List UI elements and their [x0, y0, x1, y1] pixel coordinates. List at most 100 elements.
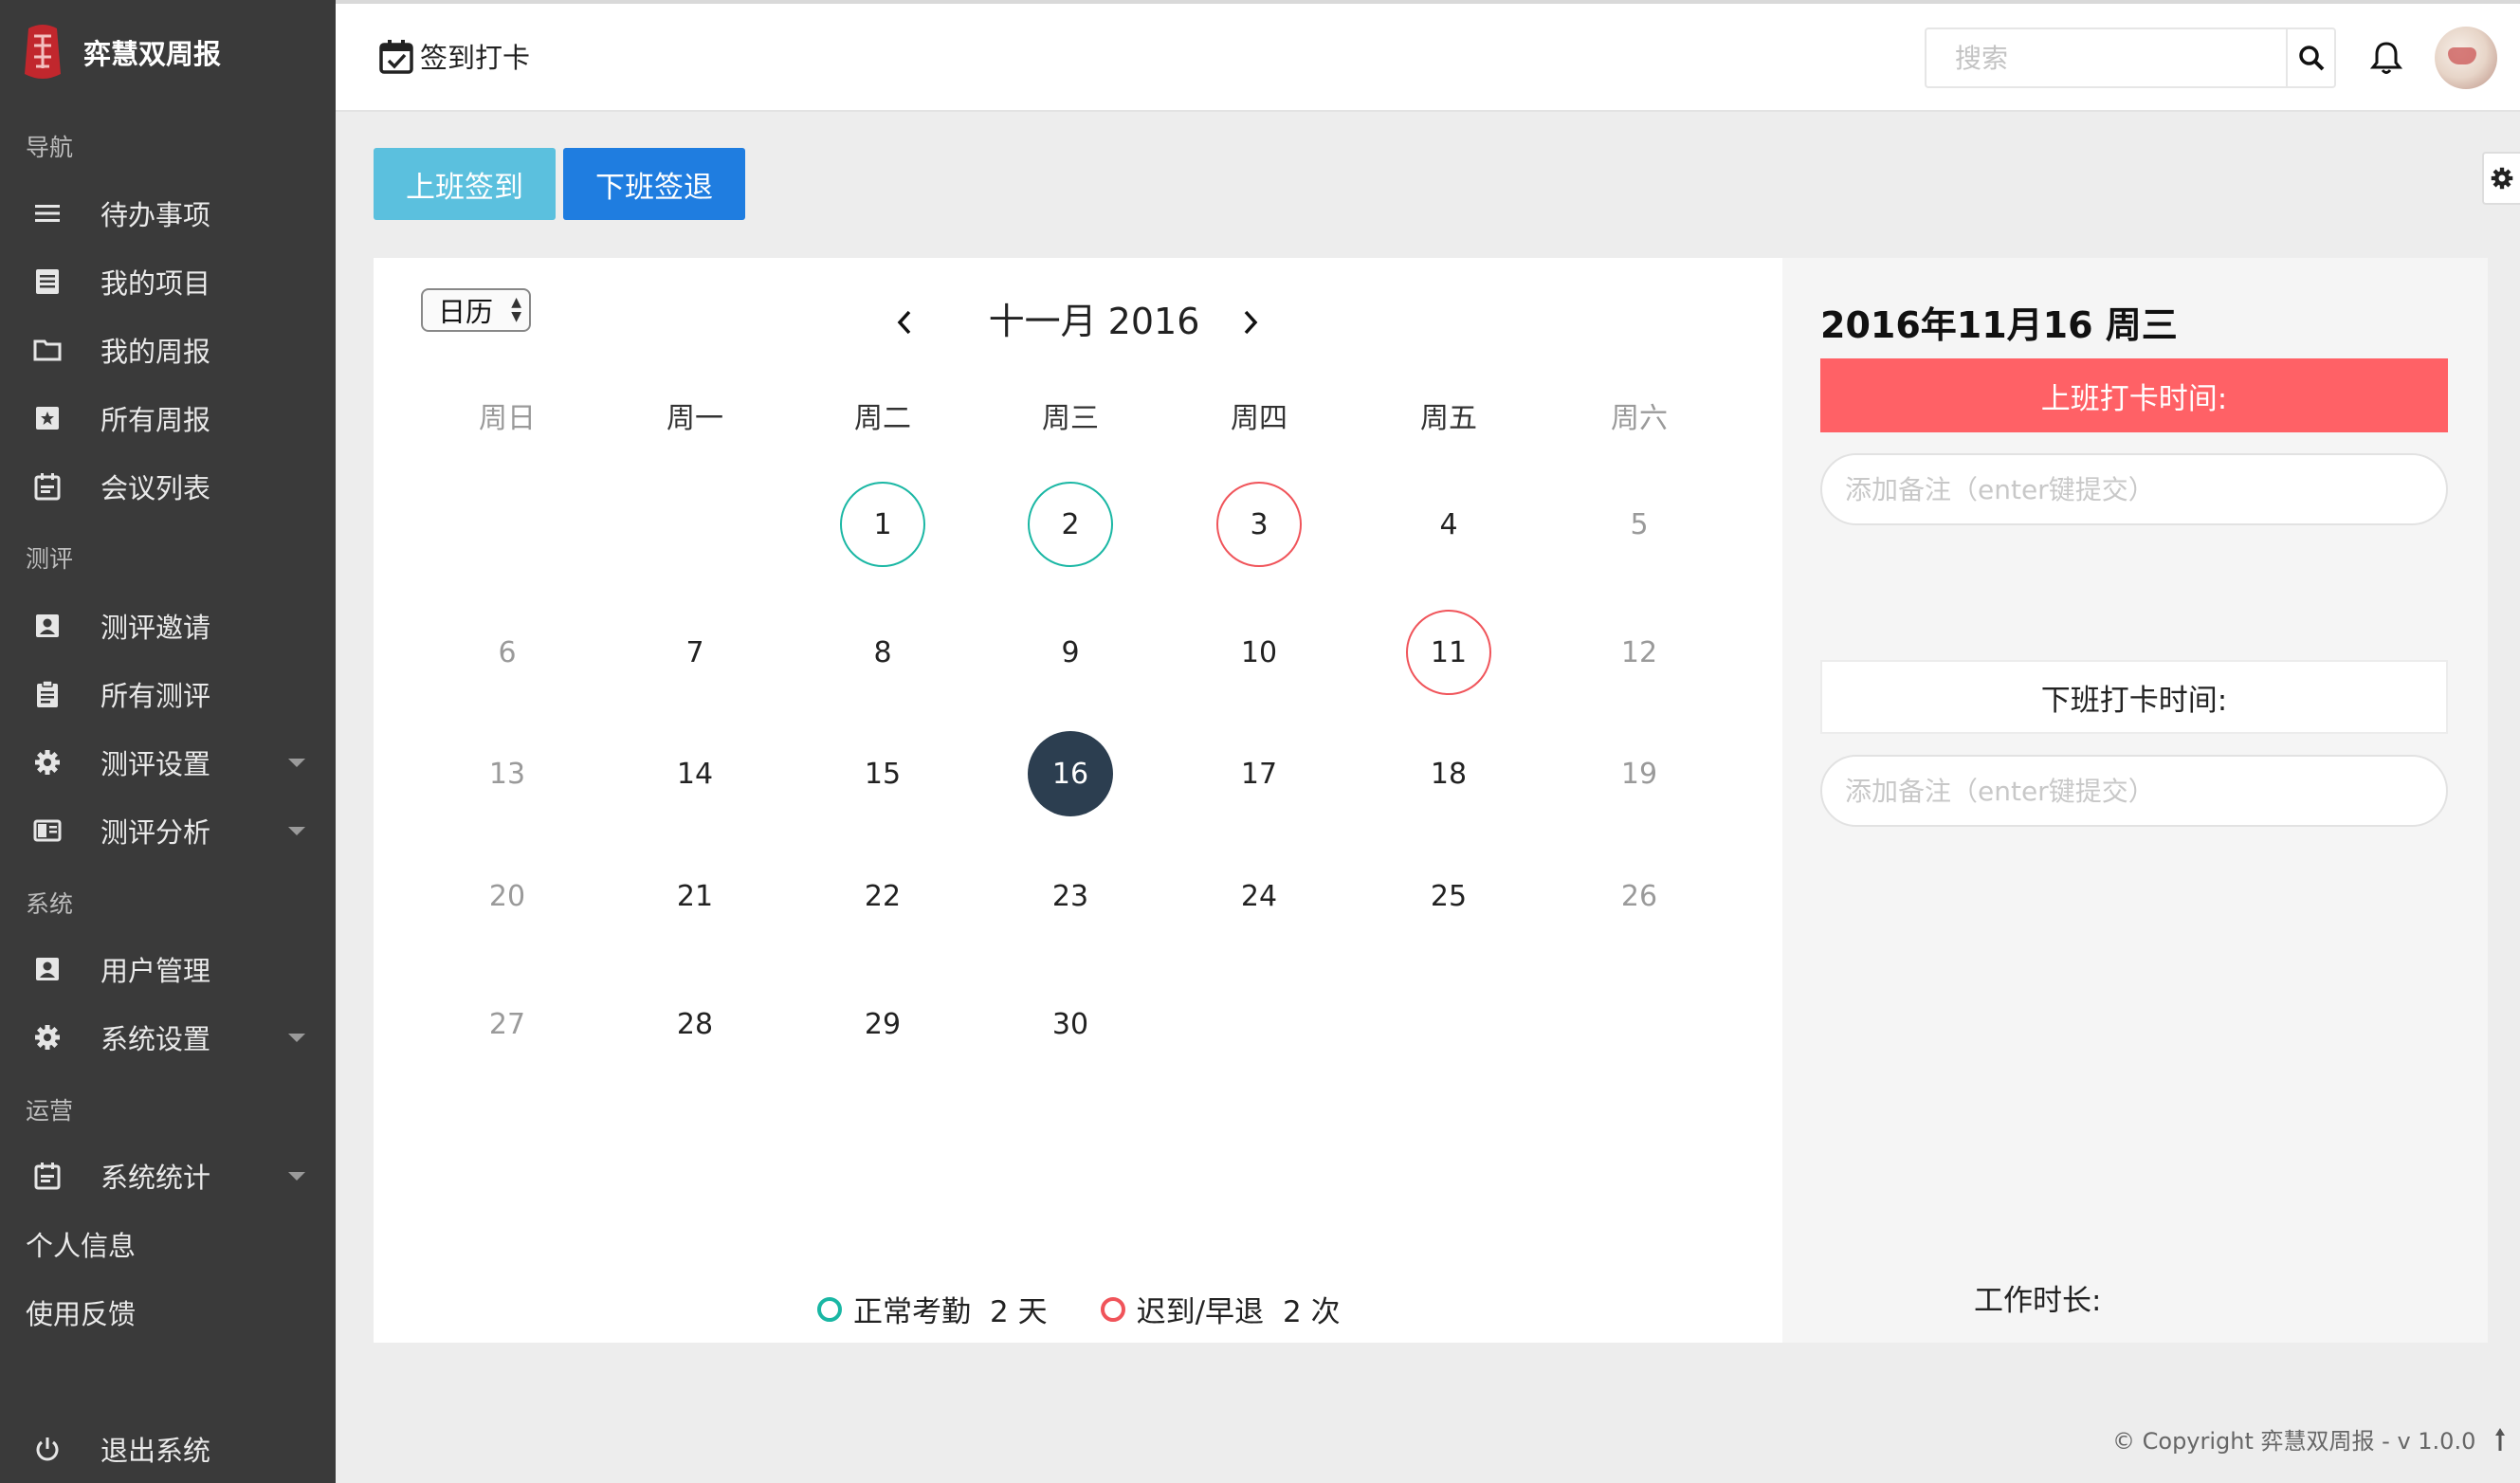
gear-icon [30, 1020, 64, 1054]
checkin-note-input[interactable] [1820, 453, 2448, 525]
sidebar-item-statistics[interactable]: 系统统计 [0, 1146, 336, 1205]
calendar-day[interactable]: 16 [1028, 731, 1113, 816]
folder-icon [30, 333, 64, 367]
search-button[interactable] [2286, 29, 2334, 86]
calendar-day[interactable]: 8 [840, 610, 925, 695]
logout-button[interactable]: 退出系统 [0, 1419, 336, 1478]
sidebar-item-system-settings[interactable]: 系统设置 [0, 1008, 336, 1067]
contact-icon [30, 609, 64, 643]
caret-down-icon [288, 1172, 305, 1181]
calendar-day[interactable]: 12 [1597, 610, 1682, 695]
calendar-day[interactable]: 27 [465, 981, 550, 1067]
clipboard-icon [30, 677, 64, 711]
view-select[interactable]: 日历 ▲ ▼ [421, 288, 531, 332]
weekday-label: 周五 [1420, 402, 1477, 435]
calendar-day[interactable]: 17 [1216, 731, 1302, 816]
brand-logo [21, 21, 64, 83]
selected-date: 2016年11月16 周三 [1820, 304, 2178, 346]
sidebar-item-all-reports[interactable]: 所有周报 [0, 389, 336, 448]
sidebar-item-my-projects[interactable]: 我的项目 [0, 252, 336, 311]
calendar-day[interactable]: 7 [652, 610, 738, 695]
calendar-day[interactable]: 20 [465, 853, 550, 939]
bell-icon[interactable] [2370, 40, 2402, 76]
sidebar-item-review-analysis[interactable]: 测评分析 [0, 801, 336, 860]
weekday-label: 周一 [667, 402, 723, 435]
sidebar-item-label: 所有周报 [100, 404, 211, 436]
sidebar-item-my-reports[interactable]: 我的周报 [0, 320, 336, 379]
calendar-day[interactable]: 14 [652, 731, 738, 816]
calendar-day[interactable]: 23 [1028, 853, 1113, 939]
sidebar-item-label: 个人信息 [26, 1230, 137, 1262]
next-month-button[interactable] [1236, 305, 1265, 339]
calendar-day[interactable]: 13 [465, 731, 550, 816]
checkin-time-bar: 上班打卡时间: [1820, 358, 2448, 432]
calendar-day[interactable]: 21 [652, 853, 738, 939]
legend: 正常考勤 2 天 迟到/早退 2 次 [817, 1288, 1394, 1330]
search-box [1925, 27, 2336, 88]
calendar-day[interactable]: 15 [840, 731, 925, 816]
calendar-day[interactable]: 3 [1216, 482, 1302, 567]
calendar-day[interactable]: 26 [1597, 853, 1682, 939]
menu-icon [30, 196, 64, 230]
search-input[interactable] [1927, 29, 2286, 86]
calendar-day[interactable]: 9 [1028, 610, 1113, 695]
star-box-icon [30, 401, 64, 435]
sidebar-item-label: 使用反馈 [26, 1298, 137, 1330]
checkout-note-input[interactable] [1820, 755, 2448, 827]
view-select-value: 日历 [438, 296, 494, 328]
calendar-day[interactable]: 18 [1406, 731, 1491, 816]
search-icon [2298, 46, 2324, 71]
avatar[interactable] [2435, 27, 2497, 89]
calendar-day[interactable]: 1 [840, 482, 925, 567]
sidebar-item-label: 测评设置 [100, 748, 211, 780]
sidebar-item-label: 我的周报 [100, 336, 211, 368]
prev-month-button[interactable] [890, 305, 919, 339]
gear-icon [30, 745, 64, 779]
sidebar-item-label: 测评邀请 [100, 612, 211, 644]
calendar-icon [30, 469, 64, 503]
month-title: 十一月 2016 [988, 301, 1200, 342]
arrow-up-icon[interactable] [2493, 1426, 2508, 1453]
sidebar-item-users[interactable]: 用户管理 [0, 940, 336, 998]
calendar-day[interactable]: 4 [1406, 482, 1491, 567]
calendar-day[interactable]: 6 [465, 610, 550, 695]
section-nav: 导航 [26, 134, 74, 161]
ring-late-icon [1100, 1296, 1125, 1322]
checkin-button[interactable]: 上班签到 [374, 148, 556, 220]
calendar-day[interactable]: 29 [840, 981, 925, 1067]
calendar-day[interactable]: 5 [1597, 482, 1682, 567]
contact-icon [30, 952, 64, 986]
sidebar-item-meetings[interactable]: 会议列表 [0, 457, 336, 516]
weekday-label: 周六 [1611, 402, 1668, 435]
sidebar-item-review-settings[interactable]: 测评设置 [0, 733, 336, 792]
sidebar-item-invites[interactable]: 测评邀请 [0, 596, 336, 655]
brand[interactable]: 弈慧双周报 [21, 21, 221, 83]
sidebar: 弈慧双周报 导航 待办事项 我的项目 我的周报 所有周报 会议列表 测评 测评邀… [0, 0, 336, 1483]
legend-normal-label: 正常考勤 [853, 1295, 971, 1329]
weekday-label: 周日 [479, 402, 536, 435]
sidebar-item-todo[interactable]: 待办事项 [0, 184, 336, 243]
calendar-day[interactable]: 24 [1216, 853, 1302, 939]
calendar-day[interactable]: 22 [840, 853, 925, 939]
chart-icon [30, 814, 64, 848]
legend-late-label: 迟到/早退 [1136, 1295, 1265, 1329]
sidebar-item-profile[interactable]: 个人信息 [0, 1215, 336, 1273]
calendar-day[interactable]: 30 [1028, 981, 1113, 1067]
calendar-day[interactable]: 2 [1028, 482, 1113, 567]
sidebar-item-all-reviews[interactable]: 所有测评 [0, 665, 336, 723]
calendar-day[interactable]: 25 [1406, 853, 1491, 939]
calendar-day[interactable]: 19 [1597, 731, 1682, 816]
ring-normal-icon [817, 1296, 842, 1322]
calendar-day[interactable]: 10 [1216, 610, 1302, 695]
checkout-button[interactable]: 下班签退 [563, 148, 745, 220]
sidebar-item-label: 所有测评 [100, 680, 211, 712]
sidebar-item-feedback[interactable]: 使用反馈 [0, 1283, 336, 1342]
checkout-time-bar: 下班打卡时间: [1820, 660, 2448, 734]
weekday-label: 周二 [854, 402, 911, 435]
calendar-day[interactable]: 11 [1406, 610, 1491, 695]
settings-toggle[interactable] [2482, 152, 2520, 205]
legend-late: 迟到/早退 2 次 [1100, 1288, 1341, 1330]
caret-down-icon [288, 827, 305, 835]
chevron-right-icon [1244, 310, 1258, 335]
calendar-day[interactable]: 28 [652, 981, 738, 1067]
